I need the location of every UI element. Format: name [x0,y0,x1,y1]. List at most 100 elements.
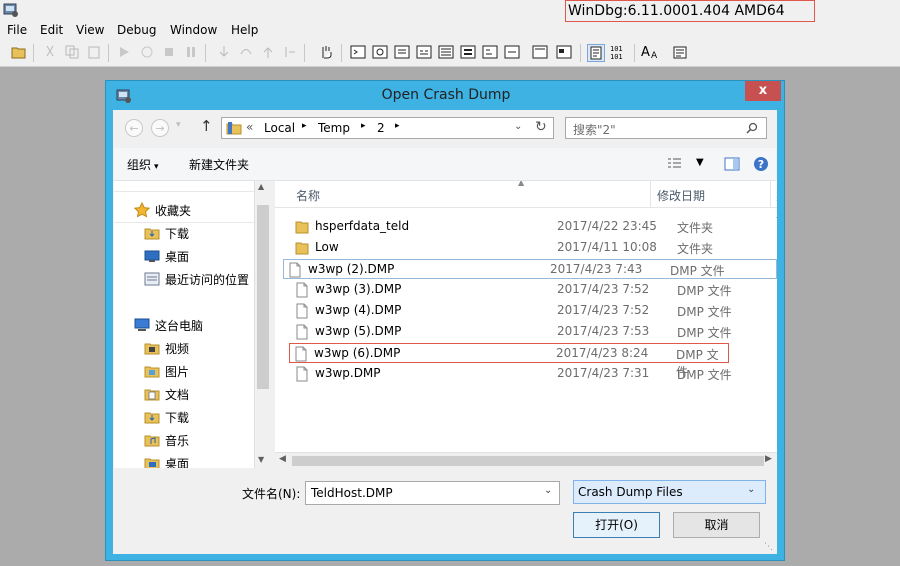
file-row[interactable]: w3wp (4).DMP 2017/4/23 7:52 DMP 文件 [291,301,777,321]
file-row[interactable]: Low 2017/4/11 10:08 文件夹 [291,238,777,258]
breadcrumb-temp[interactable]: Temp [318,121,350,135]
restart-icon[interactable] [139,44,155,60]
nav-pane-scrollbar[interactable]: ▲ ▼ [254,181,271,468]
filename-combobox[interactable]: TeldHost.DMP ⌄ [305,481,560,505]
search-icon[interactable] [746,122,758,134]
step-into-icon[interactable] [216,44,232,60]
organize-label: 组织 [127,158,152,172]
scroll-right-arrow-icon[interactable]: ▶ [765,454,772,464]
hand-icon[interactable] [318,44,334,60]
nav-this-pc[interactable]: 这台电脑 [134,316,203,336]
menu-help[interactable]: Help [231,23,258,37]
filename-value[interactable]: TeldHost.DMP [311,486,393,500]
nav-desktop-pc[interactable]: 桌面 [144,454,189,468]
view-options-icon[interactable] [667,157,683,171]
cancel-button[interactable]: 取消 [673,512,760,538]
windbg-app-icon[interactable] [3,2,19,18]
file-list-horizontal-scrollbar[interactable]: ◀ ▶ [275,452,777,469]
nav-videos[interactable]: 视频 [144,339,189,359]
new-folder-button[interactable]: 新建文件夹 [189,156,249,173]
breadcrumb-separator-icon[interactable]: ▸ [302,121,307,131]
nav-pictures[interactable]: 图片 [144,362,189,382]
back-button[interactable]: ← [125,119,143,137]
cut-icon[interactable] [42,44,58,60]
registers-window-icon[interactable] [416,44,432,60]
stop-debugging-icon[interactable] [161,44,177,60]
menu-debug[interactable]: Debug [117,23,156,37]
file-row[interactable]: w3wp (3).DMP 2017/4/23 7:52 DMP 文件 [291,280,777,300]
file-row[interactable]: w3wp (5).DMP 2017/4/23 7:53 DMP 文件 [291,322,777,342]
up-arrow-icon[interactable]: ↑ [200,117,213,135]
call-stack-icon[interactable] [460,44,476,60]
forward-button[interactable]: → [151,119,169,137]
horizontal-scroll-thumb[interactable] [292,456,764,466]
file-row[interactable]: w3wp (2).DMP 2017/4/23 7:43 DMP 文件 [283,259,777,279]
file-type: DMP 文件 [670,264,725,278]
help-icon[interactable]: ? [753,156,769,172]
nav-desktop[interactable]: 桌面 [144,247,189,267]
nav-recent-places[interactable]: 最近访问的位置 [144,270,249,290]
close-button[interactable]: x [745,81,781,101]
command-browser-icon[interactable] [556,44,572,60]
nav-pane-scroll-thumb[interactable] [257,205,269,389]
filename-dropdown-chevron-icon[interactable]: ⌄ [544,485,552,496]
resize-grip-icon[interactable]: ⋱ [764,542,773,552]
column-name[interactable]: 名称 [296,187,320,204]
address-bar[interactable]: « Local ▸ Temp ▸ 2 ▸ ⌄ ↻ [221,117,554,139]
recent-locations-chevron-icon[interactable]: ▾ [176,120,181,130]
breadcrumb-2[interactable]: 2 [377,121,385,135]
menu-window[interactable]: Window [170,23,217,37]
command-window-icon[interactable] [350,44,366,60]
disassembly-window-icon[interactable] [482,44,498,60]
scroll-down-arrow-icon[interactable]: ▼ [258,455,264,464]
memory-window-icon[interactable] [438,44,454,60]
column-divider[interactable] [650,181,651,207]
scratch-pad-icon[interactable] [504,44,520,60]
file-row[interactable]: hsperfdata_teld 2017/4/22 23:45 文件夹 [291,217,777,237]
go-icon[interactable] [117,44,133,60]
menu-file[interactable]: File [7,23,27,37]
preview-pane-icon[interactable] [724,156,740,172]
paste-icon[interactable] [86,44,102,60]
breadcrumb-separator-icon[interactable]: ▸ [395,121,400,131]
scroll-left-arrow-icon[interactable]: ◀ [279,454,286,464]
file-type-select[interactable]: Crash Dump Files ⌄ [573,480,766,504]
column-type[interactable]: 类型 [776,187,777,221]
address-dropdown-chevron-icon[interactable]: ⌄ [514,121,522,132]
locals-window-icon[interactable] [394,44,410,60]
hex-display-icon[interactable]: 101101 [609,44,631,60]
options-icon[interactable] [672,44,688,60]
breadcrumb-separator-icon[interactable]: ▸ [361,121,366,131]
source-mode-icon[interactable] [587,44,605,62]
menu-view[interactable]: View [76,23,104,37]
open-button[interactable]: 打开(O) [573,512,660,538]
file-icon [296,282,308,298]
step-out-icon[interactable] [260,44,276,60]
processes-threads-icon[interactable] [532,44,548,60]
step-over-icon[interactable] [238,44,254,60]
search-box[interactable]: 搜索"2" [565,117,767,139]
break-icon[interactable] [183,44,199,60]
breadcrumb-overflow[interactable]: « [246,120,253,134]
font-icon[interactable]: AA [641,44,661,60]
view-options-chevron-icon[interactable]: ▼ [696,157,704,168]
scroll-up-arrow-icon[interactable]: ▲ [258,182,264,191]
nav-downloads-pc[interactable]: 下载 [144,408,189,428]
file-type-dropdown-chevron-icon[interactable]: ⌄ [747,484,755,495]
breadcrumb-local[interactable]: Local [264,121,295,135]
column-divider[interactable] [770,181,771,207]
organize-button[interactable]: 组织 ▾ [127,156,159,173]
run-to-cursor-icon[interactable] [282,44,298,60]
file-row[interactable]: w3wp (6).DMP 2017/4/23 8:24 DMP 文件 [289,343,729,379]
refresh-icon[interactable]: ↻ [535,119,547,135]
nav-documents[interactable]: 文档 [144,385,189,405]
menu-edit[interactable]: Edit [40,23,63,37]
nav-music[interactable]: 音乐 [144,431,189,451]
column-date[interactable]: 修改日期 [657,187,705,204]
open-folder-icon[interactable] [11,44,27,60]
watch-window-icon[interactable] [372,44,388,60]
file-row[interactable]: w3wp.DMP 2017/4/23 7:31 DMP 文件 [291,364,777,384]
nav-favorites[interactable]: 收藏夹 [134,201,191,221]
copy-icon[interactable] [64,44,80,60]
nav-downloads[interactable]: 下载 [144,224,189,244]
